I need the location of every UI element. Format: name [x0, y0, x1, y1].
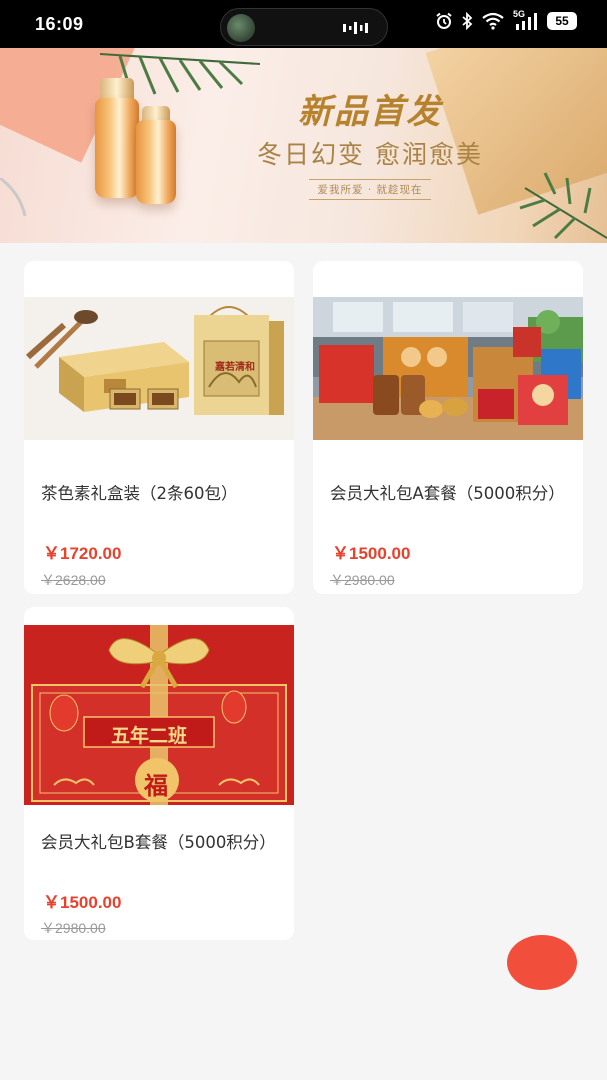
cellular-signal-icon: 5G: [513, 9, 539, 30]
status-time: 16:09: [35, 14, 84, 34]
palm-leaf-icon: [0, 178, 27, 217]
banner-tagline: 爱我所爱 · 就趁现在: [309, 179, 431, 200]
floating-action-button[interactable]: [507, 935, 577, 990]
product-price: ￥1720.00: [43, 544, 122, 563]
battery-icon: 55: [547, 12, 577, 30]
status-icons: 5G 55: [435, 9, 577, 30]
product-title: 茶色素礼盒装（2条60包）: [41, 484, 238, 503]
product-title: 会员大礼包A套餐（5000积分）: [330, 484, 565, 503]
product-title: 会员大礼包B套餐（5000积分）: [41, 833, 276, 852]
product-price: ￥1500.00: [43, 893, 122, 912]
gift-bag-label: 嘉若清和: [215, 362, 255, 373]
product-card[interactable]: 嘉若清和 茶色素礼盒装（2条60包） ￥1720.00 ￥2628.00: [24, 261, 294, 594]
banner-text: 新品首发 冬日幻变 愈润愈美 爱我所爱 · 就趁现在: [230, 84, 510, 200]
status-bar: 16:09 5G 55: [0, 0, 607, 48]
product-image-member-package-a: [313, 297, 583, 440]
product-grid: 嘉若清和 茶色素礼盒装（2条60包） ￥1720.00 ￥2628.00 会员大…: [24, 261, 583, 951]
product-card[interactable]: 五年二班 福 会员大礼包B套餐（5000积分） ￥1500.00 ￥2980.0…: [24, 607, 294, 940]
palm-leaf-icon: [519, 172, 607, 240]
product-image-tea-gift-box: 嘉若清和: [24, 297, 294, 440]
promo-banner[interactable]: 新品首发 冬日幻变 愈润愈美 爱我所爱 · 就趁现在: [0, 48, 607, 243]
bluetooth-icon: [462, 12, 473, 30]
alarm-icon: [436, 12, 452, 29]
product-original-price: ￥2628.00: [41, 572, 106, 588]
product-original-price: ￥2980.00: [41, 920, 106, 936]
banner-headline: 新品首发: [298, 92, 442, 132]
audio-wave-icon: [343, 22, 368, 34]
product-card[interactable]: 会员大礼包A套餐（5000积分） ￥1500.00 ￥2980.00: [313, 261, 583, 594]
wifi-icon: [482, 12, 504, 30]
gift-box-plaque-text: 五年二班: [110, 725, 187, 747]
banner-subline: 冬日幻变 愈润愈美: [257, 140, 483, 169]
dynamic-island[interactable]: [220, 8, 388, 46]
gift-box-fu-char: 福: [144, 771, 168, 800]
product-original-price: ￥2980.00: [330, 572, 395, 588]
product-price: ￥1500.00: [332, 544, 411, 563]
product-image-member-package-b: 五年二班 福: [24, 625, 294, 805]
media-thumbnail: [227, 14, 255, 42]
